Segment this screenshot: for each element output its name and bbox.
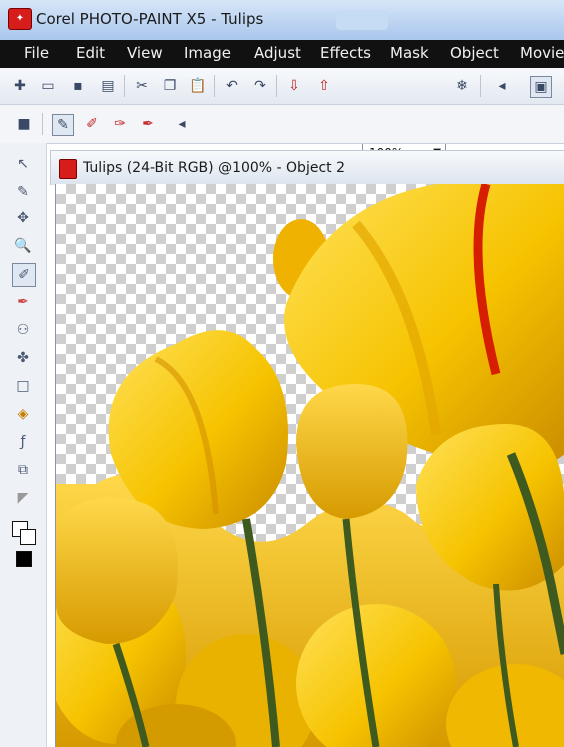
toolbar-separator [480, 75, 481, 97]
paint-icon[interactable]: ✒ [12, 291, 34, 313]
redo-icon[interactable]: ↷ [250, 76, 270, 96]
window-title: Corel PHOTO-PAINT X5 - Tulips [36, 10, 264, 28]
toolbar-separator [124, 75, 125, 97]
toolbox: ↖ ✎ ✥ 🔍 ✐ ✒ ⚇ ✤ □ ◈ ƒ ⧉ ◤ [0, 143, 47, 747]
copy-icon[interactable]: ❐ [160, 76, 180, 96]
save-icon[interactable]: ▪ [68, 76, 88, 96]
image-canvas[interactable] [55, 184, 564, 747]
text-icon[interactable]: ƒ [12, 431, 34, 453]
menu-object[interactable]: Object [450, 44, 499, 62]
import-icon[interactable]: ⇩ [284, 76, 304, 96]
effect-icon[interactable]: ✤ [12, 347, 34, 369]
menu-movie[interactable]: Movie [520, 44, 564, 62]
toolbar-separator [42, 113, 43, 135]
title-bar: ✦ Corel PHOTO-PAINT X5 - Tulips [0, 0, 564, 40]
paper-color-swatch[interactable] [20, 529, 36, 545]
eyedropper-icon[interactable]: ✐ [12, 263, 36, 287]
print-icon[interactable]: ▤ [98, 76, 118, 96]
zoom-icon[interactable]: ❄ [452, 76, 472, 96]
menu-file[interactable]: File [24, 44, 49, 62]
freehand-icon[interactable]: ✎ [12, 181, 34, 203]
menu-effects[interactable]: Effects [320, 44, 371, 62]
document-tab[interactable]: Tulips (24-Bit RGB) @100% - Object 2 [50, 150, 564, 185]
cut-icon[interactable]: ✂ [132, 76, 152, 96]
toolbar-separator [276, 75, 277, 97]
property-bar: ■ ✎ ✐ ✑ ✒ ◂ [0, 105, 564, 144]
open-icon[interactable]: ▭ [38, 76, 58, 96]
corel-app-icon: ✦ [8, 8, 32, 30]
zoom-tool-icon[interactable]: 🔍 [12, 235, 34, 257]
menu-mask[interactable]: Mask [390, 44, 429, 62]
document-icon [59, 159, 77, 179]
eyedropper-average-icon[interactable]: ✒ [138, 114, 158, 134]
document-title: Tulips (24-Bit RGB) @100% - Object 2 [83, 160, 345, 176]
menu-image[interactable]: Image [184, 44, 231, 62]
menu-bar: File Edit View Image Adjust Effects Mask… [0, 40, 564, 68]
new-icon[interactable]: ✚ [10, 76, 30, 96]
title-bar-button[interactable] [336, 10, 388, 30]
rectangle-icon[interactable]: □ [12, 375, 34, 397]
arrange-icon[interactable]: ◂ [492, 76, 512, 96]
clone-icon[interactable]: ⚇ [12, 319, 34, 341]
collapse-icon[interactable]: ◂ [172, 114, 192, 134]
color-icon[interactable]: ◤ [12, 487, 34, 509]
fill-icon[interactable]: ◈ [12, 403, 34, 425]
tulips-image [56, 184, 564, 747]
pick-icon[interactable]: ↖ [12, 153, 34, 175]
menu-view[interactable]: View [127, 44, 163, 62]
menu-edit[interactable]: Edit [76, 44, 105, 62]
property-icon[interactable]: ■ [14, 114, 34, 134]
crop-icon[interactable]: ✥ [12, 207, 34, 229]
paste-icon[interactable]: 📋 [188, 76, 208, 96]
eyedropper-area-icon[interactable]: ✑ [110, 114, 130, 134]
export-icon[interactable]: ⇧ [314, 76, 334, 96]
standard-toolbar: ✚ ▭ ▪ ▤ ✂ ❐ 📋 ↶ ↷ ⇩ ⇧ 100% ▼ ❄ ◂ ▣ [0, 68, 564, 164]
transparency-icon[interactable]: ⧉ [12, 459, 34, 481]
menu-adjust[interactable]: Adjust [254, 44, 301, 62]
foreground-color-swatch[interactable] [16, 551, 32, 567]
undo-icon[interactable]: ↶ [222, 76, 242, 96]
eyedropper-sample-icon[interactable]: ✎ [52, 114, 74, 136]
eyedropper-point-icon[interactable]: ✐ [82, 114, 102, 134]
options-icon[interactable]: ▣ [530, 76, 552, 98]
toolbar-separator [214, 75, 215, 97]
